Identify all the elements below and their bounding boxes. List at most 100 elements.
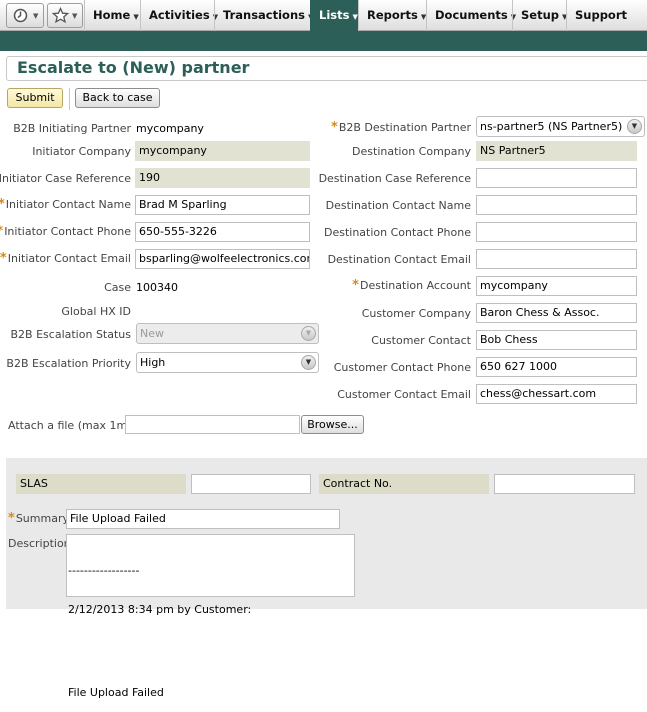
nav-setup[interactable]: Setup ▼	[512, 0, 567, 31]
initiator-contact-name-label: *Initiator Contact Name	[0, 197, 131, 212]
chevron-down-icon: ▼	[301, 326, 316, 341]
required-asterisk-icon: *	[0, 197, 5, 212]
initiator-company-label: Initiator Company	[32, 145, 131, 158]
recent-records-icon	[13, 8, 28, 23]
submit-button[interactable]: Submit	[7, 88, 63, 108]
nav-documents-label: Documents	[435, 8, 508, 22]
initiator-contact-email-label: *Initiator Contact Email	[0, 251, 131, 266]
description-line: 2/12/2013 8:34 pm by Customer:	[68, 603, 252, 616]
description-line: ------------------	[68, 564, 140, 577]
b2b-destination-partner-select[interactable]: ns-partner5 (NS Partner5) ▼	[476, 116, 645, 137]
nav-support[interactable]: Support	[566, 0, 647, 31]
summary-input[interactable]: File Upload Failed	[66, 509, 340, 529]
attach-file-label: Attach a file (max 1mb)	[8, 419, 139, 432]
nav-reports[interactable]: Reports ▼	[358, 0, 426, 31]
b2b-destination-partner-label-text: B2B Destination Partner	[338, 121, 471, 134]
description-label: Description	[8, 537, 71, 550]
destination-account-label: *Destination Account	[352, 278, 471, 293]
destination-account-input[interactable]: mycompany	[476, 276, 637, 296]
contract-no-input[interactable]	[494, 474, 635, 494]
nav-home-label: Home	[93, 8, 131, 22]
destination-contact-name-label: Destination Contact Name	[325, 199, 471, 212]
customer-contact-input[interactable]: Bob Chess	[476, 330, 637, 350]
nav-transactions-label: Transactions	[223, 8, 305, 22]
destination-contact-phone-label: Destination Contact Phone	[324, 226, 471, 239]
initiator-case-reference-label: Initiator Case Reference	[0, 172, 131, 185]
b2b-destination-partner-label: *B2B Destination Partner	[331, 120, 471, 135]
destination-contact-email-label: Destination Contact Email	[327, 253, 471, 266]
top-nav-bar: ▼ ▼ Home▼ Activities▼ Transactions▼ List…	[0, 0, 647, 31]
nav-lists-label: Lists	[319, 8, 350, 22]
global-hx-id-label: Global HX ID	[61, 305, 131, 318]
page-title: Escalate to (New) partner	[17, 58, 250, 77]
customer-contact-phone-label: Customer Contact Phone	[333, 361, 471, 374]
slas-field: SLAS	[16, 474, 186, 494]
initiator-contact-phone-input[interactable]: 650-555-3226	[135, 222, 310, 242]
required-asterisk-icon: *	[8, 511, 15, 526]
chevron-down-icon: ▼	[301, 355, 316, 370]
destination-case-reference-label: Destination Case Reference	[318, 172, 471, 185]
required-asterisk-icon: *	[352, 278, 359, 293]
button-divider	[69, 88, 70, 110]
attach-file-input[interactable]	[125, 415, 300, 434]
b2b-escalation-status-value: New	[140, 327, 164, 340]
nav-support-label: Support	[575, 8, 628, 22]
browse-button[interactable]: Browse...	[301, 415, 364, 434]
initiator-case-reference-field: 190	[135, 168, 310, 188]
nav-home[interactable]: Home ▼	[84, 0, 140, 31]
contract-no-field: Contract No.	[319, 474, 489, 494]
customer-contact-email-input[interactable]: chess@chessart.com	[476, 384, 637, 404]
b2b-initiating-partner-label: B2B Initiating Partner	[13, 122, 131, 135]
b2b-escalation-priority-value: High	[140, 356, 166, 369]
b2b-initiating-partner-value: mycompany	[136, 122, 204, 135]
b2b-escalation-priority-select[interactable]: High ▼	[136, 352, 319, 373]
case-label: Case	[104, 281, 131, 294]
initiator-contact-name-label-text: Initiator Contact Name	[5, 198, 131, 211]
nav-setup-label: Setup	[521, 8, 559, 22]
description-textarea[interactable]: ------------------ 2/12/2013 8:34 pm by …	[66, 534, 355, 699]
chevron-down-icon: ▼	[33, 12, 39, 20]
initiator-contact-name-input[interactable]: Brad M Sparling	[135, 195, 310, 215]
required-asterisk-icon: *	[0, 224, 3, 239]
slas-input[interactable]	[191, 474, 311, 494]
customer-contact-email-label: Customer Contact Email	[337, 388, 471, 401]
destination-contact-phone-input[interactable]	[476, 222, 637, 242]
customer-company-label: Customer Company	[361, 307, 471, 320]
required-asterisk-icon: *	[331, 120, 338, 135]
chevron-down-icon: ▼	[72, 12, 78, 20]
nav-documents[interactable]: Documents ▼	[426, 0, 516, 31]
customer-company-input[interactable]: Baron Chess & Assoc.	[476, 303, 637, 323]
destination-company-field: NS Partner5	[476, 141, 637, 161]
description-line: File Upload Failed	[68, 686, 164, 699]
nav-transactions[interactable]: Transactions▼	[214, 0, 313, 31]
b2b-escalation-status-label: B2B Escalation Status	[10, 328, 131, 341]
favorites-star-icon	[52, 7, 69, 24]
initiator-contact-phone-label-text: Initiator Contact Phone	[4, 225, 131, 238]
recent-records-button[interactable]: ▼	[6, 3, 44, 28]
summary-label-text: Summary	[15, 512, 69, 525]
nav-lists[interactable]: Lists ▼	[310, 0, 358, 31]
initiator-contact-email-label-text: Initiator Contact Email	[7, 252, 131, 265]
customer-contact-phone-input[interactable]: 650 627 1000	[476, 357, 637, 377]
favorites-button[interactable]: ▼	[47, 3, 83, 28]
b2b-escalation-priority-label: B2B Escalation Priority	[6, 357, 131, 370]
summary-label: *Summary	[8, 511, 69, 526]
case-value[interactable]: 100340	[136, 281, 178, 294]
nav-submenu-band	[0, 31, 647, 51]
destination-contact-name-input[interactable]	[476, 195, 637, 215]
initiator-contact-phone-label: *Initiator Contact Phone	[0, 224, 131, 239]
nav-activities[interactable]: Activities ▼	[140, 0, 218, 31]
destination-account-label-text: Destination Account	[359, 279, 471, 292]
destination-company-label: Destination Company	[352, 145, 471, 158]
chevron-down-icon: ▼	[133, 13, 139, 21]
nav-reports-label: Reports	[367, 8, 418, 22]
b2b-escalation-status-select: New ▼	[136, 323, 319, 344]
destination-contact-email-input[interactable]	[476, 249, 637, 269]
initiator-contact-email-input[interactable]: bsparling@wolfeelectronics.com	[135, 249, 310, 269]
back-to-case-button[interactable]: Back to case	[75, 88, 160, 108]
destination-case-reference-input[interactable]	[476, 168, 637, 188]
customer-contact-label: Customer Contact	[371, 334, 471, 347]
chevron-down-icon: ▼	[627, 119, 642, 134]
description-line	[68, 642, 354, 655]
b2b-destination-partner-value: ns-partner5 (NS Partner5)	[480, 120, 623, 133]
